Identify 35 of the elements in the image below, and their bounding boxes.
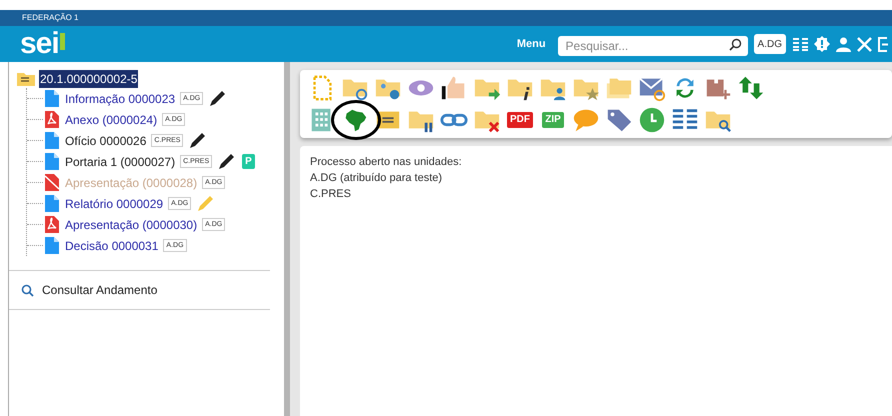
document-link[interactable]: Portaria 1 (0000027)	[65, 152, 176, 170]
search-icon[interactable]	[728, 38, 742, 51]
folder-icon[interactable]	[17, 72, 35, 86]
content-line: Processo aberto nas unidades:	[310, 155, 463, 170]
alert-icon[interactable]	[814, 36, 830, 52]
document-icon	[45, 90, 59, 107]
up-down-arrows-icon[interactable]	[737, 74, 765, 102]
clock-icon[interactable]	[638, 106, 666, 134]
published-badge: P	[242, 154, 255, 169]
list-icon[interactable]	[793, 37, 808, 51]
document-link[interactable]: Ofício 0000026	[65, 132, 146, 150]
process-number[interactable]: 20.1.000000002-5	[39, 70, 138, 88]
content-line: C.PRES	[310, 187, 352, 202]
organization-name: FEDERAÇÃO 1	[22, 12, 78, 24]
consult-link[interactable]: Consultar Andamento	[42, 281, 158, 299]
document-link[interactable]: Relatório 0000029	[65, 194, 164, 212]
document-link[interactable]: Informação 0000023	[65, 90, 176, 108]
document-icon	[45, 237, 59, 254]
exit-icon[interactable]	[878, 36, 888, 52]
document-link[interactable]: Anexo (0000024)	[65, 110, 158, 128]
pen-icon[interactable]	[218, 154, 234, 170]
document-icon	[45, 132, 59, 149]
search-field[interactable]: Pesquisar...	[558, 36, 748, 56]
pen-icon[interactable]	[189, 132, 206, 148]
pen-icon[interactable]	[209, 90, 226, 106]
content-line: A.DG (atribuído para teste)	[310, 171, 444, 186]
document-icon	[45, 195, 59, 212]
cancelled-document-icon	[45, 174, 59, 191]
user-icon[interactable]	[836, 36, 851, 52]
document-link[interactable]: Decisão 0000031	[65, 236, 158, 254]
document-icon	[45, 153, 59, 170]
pdf-document-icon	[45, 111, 59, 128]
document-link[interactable]: Apresentação (0000030)	[65, 216, 198, 234]
pdf-document-icon	[45, 216, 59, 233]
unit-button[interactable]: A.DG	[754, 34, 786, 54]
